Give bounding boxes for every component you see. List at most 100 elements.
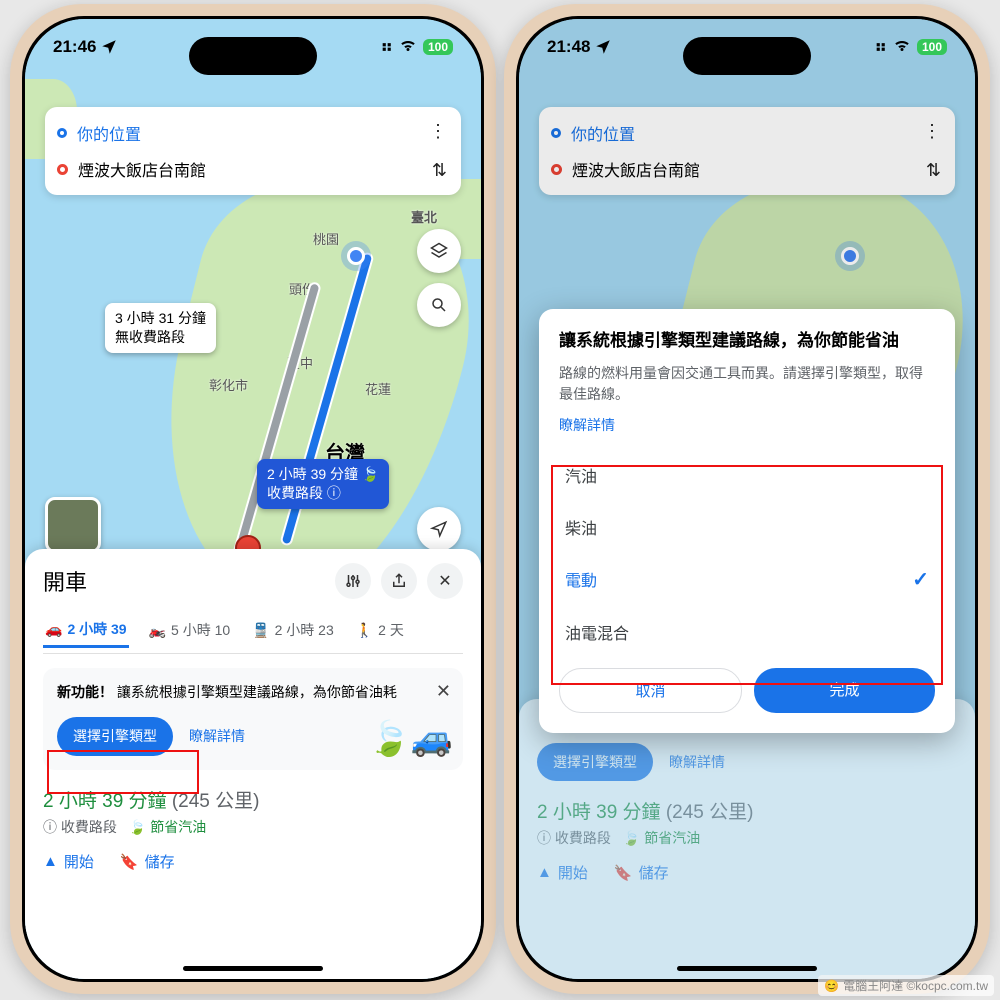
layers-button[interactable] [417, 229, 461, 273]
close-sheet-button[interactable]: ✕ [427, 563, 463, 599]
recenter-button[interactable] [417, 507, 461, 551]
dynamic-island [683, 37, 811, 75]
destination-text: 煙波大飯店台南館 [78, 157, 206, 181]
summary-distance: (245 公里) [666, 802, 754, 823]
save-label: 儲存 [145, 851, 175, 872]
location-arrow-icon [594, 38, 612, 56]
search-icon [430, 296, 448, 314]
engine-option-electric[interactable]: 電動 ✓ [559, 553, 935, 606]
option-label: 汽油 [565, 463, 597, 487]
status-time: 21:46 [53, 37, 96, 57]
watermark-text: 電腦王阿達 ©kocpc.com.tw [843, 977, 988, 994]
callout-main-route[interactable]: 2 小時 39 分鐘 🍃 收費路段 ⓘ [257, 459, 389, 509]
feature-badge: 新功能！ [57, 684, 113, 700]
battery-badge: 100 [917, 39, 947, 55]
phone-left: 21:46 ⠶ 100 臺北 桃園 頭份 臺中 彰化市 花蓮 台灣 3 小時 3… [10, 4, 496, 994]
dialog-cancel-button[interactable]: 取消 [559, 668, 742, 713]
layers-icon [430, 242, 448, 260]
engine-option-hybrid[interactable]: 油電混合 [559, 606, 935, 658]
callout-note: 收費路段 [267, 485, 323, 501]
home-indicator[interactable] [183, 966, 323, 971]
tab-transit[interactable]: 🚆 2 小時 23 [250, 613, 336, 647]
summary-eco: 節省汽油 [150, 819, 206, 835]
summary-tolls: 收費路段 [61, 819, 117, 835]
tab-walk[interactable]: 🚶 2 天 [354, 613, 406, 647]
travel-mode-tabs: 🚗 2 小時 39 🏍️ 5 小時 10 🚆 2 小時 23 🚶 2 天 [43, 607, 463, 654]
map-label-hualien: 花蓮 [365, 379, 391, 398]
feature-close-button[interactable]: ✕ [436, 678, 451, 705]
streetview-thumb[interactable] [45, 497, 101, 553]
summary-eco: 節省汽油 [644, 830, 700, 846]
callout-note: 無收費路段 [115, 328, 206, 347]
destination-row[interactable]: 煙波大飯店台南館 [57, 151, 449, 187]
save-label: 儲存 [639, 862, 669, 883]
save-button[interactable]: 🔖 儲存 [120, 851, 175, 872]
map-label-changhua: 彰化市 [209, 375, 248, 394]
origin-text: 你的位置 [77, 121, 141, 145]
swap-button[interactable]: ⇅ [432, 160, 447, 181]
wifi-icon [399, 36, 417, 59]
option-label: 柴油 [565, 515, 597, 539]
engine-option-diesel[interactable]: 柴油 [559, 501, 935, 553]
share-button[interactable] [381, 563, 417, 599]
dialog-learn-more-link[interactable]: 瞭解詳情 [559, 415, 935, 435]
summary-time: 2 小時 39 分鐘 [43, 791, 167, 812]
learn-more-link[interactable]: 瞭解詳情 [189, 726, 245, 747]
eco-car-icon: 🍃🚙 [368, 714, 453, 765]
dialog-body: 路線的燃料用量會因交通工具而異。請選擇引擎類型，取得最佳路線。 [559, 363, 935, 405]
map-label-taoyuan: 桃園 [313, 229, 339, 248]
route-options-button[interactable] [335, 563, 371, 599]
battery-badge: 100 [423, 39, 453, 55]
signal-icon: ⠶ [875, 37, 887, 57]
summary-tolls: 收費路段 [555, 830, 611, 846]
location-arrow-icon [100, 38, 118, 56]
tab-walk-label: 2 天 [378, 620, 404, 640]
save-button: 🔖 儲存 [614, 862, 669, 883]
engine-type-dialog: 讓系統根據引擎類型建議路線，為你節能省油 路線的燃料用量會因交通工具而異。請選擇… [539, 309, 955, 733]
phone-right: 21:48 ⠶ 100 你的位置 煙波大飯店台南館 ⋮ ⇅ 選擇引擎類型 [504, 4, 990, 994]
summary-time: 2 小時 39 分鐘 [537, 802, 661, 823]
directions-sheet: 開車 ✕ 🚗 2 小時 39 🏍️ 5 小時 10 🚆 2 小時 23 🚶 2 … [25, 549, 481, 979]
dialog-title: 讓系統根據引擎類型建議路線，為你節能省油 [559, 329, 935, 353]
learn-more-link: 瞭解詳情 [669, 752, 725, 772]
start-label: 開始 [64, 851, 94, 872]
option-label: 油電混合 [565, 620, 629, 644]
map-search-button[interactable] [417, 283, 461, 327]
destination-dot-icon [57, 164, 68, 175]
sliders-icon [344, 572, 362, 590]
select-engine-type-button[interactable]: 選擇引擎類型 [57, 717, 173, 756]
start-label: 開始 [558, 862, 588, 883]
engine-options-list: 汽油 柴油 電動 ✓ 油電混合 [559, 449, 935, 658]
current-location-dot [347, 247, 365, 265]
status-time: 21:48 [547, 37, 590, 57]
sheet-title: 開車 [43, 565, 87, 597]
dynamic-island [189, 37, 317, 75]
tab-motorcycle[interactable]: 🏍️ 5 小時 10 [147, 613, 233, 647]
route-summary[interactable]: 2 小時 39 分鐘 (245 公里) ⓘ 收費路段 🍃 節省汽油 [43, 786, 463, 837]
tab-transit-label: 2 小時 23 [275, 620, 334, 640]
engine-type-feature-card: ✕ 新功能！ 讓系統根據引擎類型建議路線，為你節省油耗 🍃🚙 選擇引擎類型 瞭解… [43, 668, 463, 770]
tab-drive-label: 2 小時 39 [67, 619, 126, 639]
tab-motorcycle-label: 5 小時 10 [171, 620, 230, 640]
signal-icon: ⠶ [381, 37, 393, 57]
map-label-taipei: 臺北 [411, 207, 437, 226]
navigation-icon [430, 520, 448, 538]
share-icon [390, 572, 408, 590]
check-icon: ✓ [912, 567, 929, 592]
select-engine-type-button: 選擇引擎類型 [537, 743, 653, 781]
home-indicator[interactable] [677, 966, 817, 971]
start-button: ▲ 開始 [537, 862, 588, 883]
route-summary: 2 小時 39 分鐘 (245 公里) ⓘ 收費路段 🍃 節省汽油 [537, 797, 957, 848]
origin-row[interactable]: 你的位置 [57, 115, 449, 151]
option-label: 電動 [565, 567, 597, 591]
summary-distance: (245 公里) [172, 791, 260, 812]
route-search-card: 你的位置 煙波大飯店台南館 ⋮ ⇅ [45, 107, 461, 195]
dialog-done-button[interactable]: 完成 [754, 668, 935, 713]
callout-time: 3 小時 31 分鐘 [115, 309, 206, 328]
route-menu-button[interactable]: ⋮ [429, 121, 447, 142]
start-button[interactable]: ▲ 開始 [43, 851, 94, 872]
engine-option-gasoline[interactable]: 汽油 [559, 449, 935, 501]
tab-drive[interactable]: 🚗 2 小時 39 [43, 613, 129, 648]
callout-alt-route[interactable]: 3 小時 31 分鐘 無收費路段 [105, 303, 216, 353]
origin-dot-icon [57, 128, 67, 138]
